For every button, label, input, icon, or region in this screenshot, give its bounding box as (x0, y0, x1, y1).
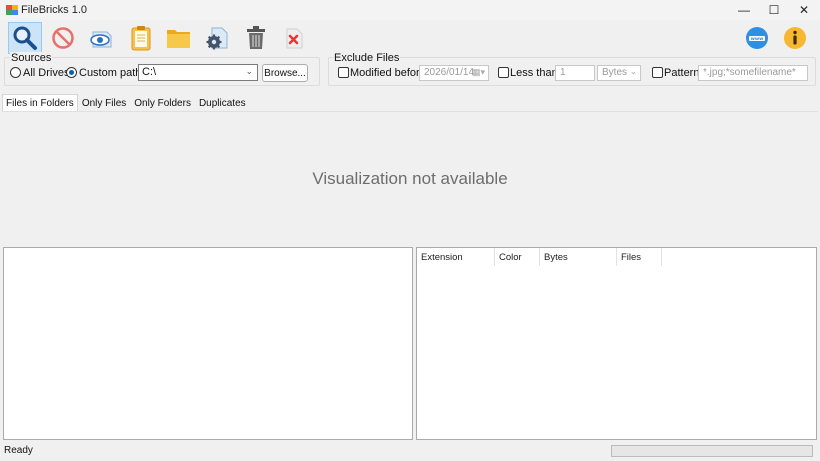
modified-before-value: 2026/01/14 (424, 67, 475, 78)
status-text: Ready (4, 445, 33, 456)
clipboard-icon (131, 26, 151, 51)
less-than-label: Less than (510, 67, 558, 79)
maximize-button[interactable]: ☐ (759, 0, 789, 20)
view-tabs: Files in Folders Only Files Only Folders… (2, 94, 250, 111)
scan-button[interactable] (8, 22, 42, 54)
toolbar: www (0, 20, 820, 54)
visualization-message: Visualization not available (312, 169, 508, 188)
column-header-bytes[interactable]: Bytes (540, 248, 617, 266)
close-button[interactable]: ✕ (789, 0, 819, 20)
tab-only-folders[interactable]: Only Folders (130, 95, 195, 111)
title-bar: FileBricks 1.0 — ☐ ✕ (0, 0, 820, 20)
custom-path-label: Custom path: (79, 67, 145, 79)
exclude-files-title: Exclude Files (333, 52, 401, 64)
size-unit-value: Bytes (602, 67, 628, 78)
chevron-down-icon: ⌄ (245, 66, 253, 76)
column-header-extension[interactable]: Extension (417, 248, 495, 266)
tab-only-files[interactable]: Only Files (78, 95, 130, 111)
folder-tree-panel[interactable] (3, 247, 413, 440)
view-icon (90, 31, 112, 48)
clipboard-button[interactable] (124, 22, 158, 54)
column-header-color[interactable]: Color (495, 248, 540, 266)
calendar-icon: ▦▾ (471, 67, 485, 77)
delete-button[interactable] (239, 22, 273, 54)
custom-path-radio[interactable] (66, 67, 77, 78)
chevron-down-icon: ⌄ (629, 66, 637, 76)
column-header-files[interactable]: Files (617, 248, 662, 266)
custom-path-value: C:\ (142, 66, 157, 78)
modified-before-date[interactable]: 2026/01/14 ▦▾ (419, 65, 489, 81)
extension-table[interactable]: Extension Color Bytes Files (416, 247, 817, 440)
pattern-checkbox[interactable] (652, 67, 663, 78)
pattern-input[interactable]: *.jpg;*somefilename* (698, 65, 808, 81)
info-icon (784, 27, 806, 49)
remove-entry-button[interactable] (277, 22, 311, 54)
modified-before-label: Modified before: (350, 67, 429, 79)
modified-before-checkbox[interactable] (338, 67, 349, 78)
settings-button[interactable] (200, 22, 234, 54)
less-than-checkbox[interactable] (498, 67, 509, 78)
stop-icon (52, 27, 74, 49)
about-button[interactable] (778, 22, 812, 54)
app-logo-icon (6, 5, 18, 15)
visualization-area: Visualization not available (2, 111, 818, 245)
www-icon: www (746, 27, 768, 49)
all-drives-label: All Drives (23, 67, 70, 79)
folder-icon (167, 30, 190, 48)
stop-button[interactable] (46, 22, 80, 54)
size-unit-select[interactable]: Bytes ⌄ (597, 65, 641, 81)
custom-path-combo[interactable]: C:\ ⌄ (138, 64, 258, 81)
window-title: FileBricks 1.0 (21, 4, 88, 16)
all-drives-radio[interactable] (10, 67, 21, 78)
browse-button[interactable]: Browse... (262, 64, 308, 82)
view-button[interactable] (85, 22, 119, 54)
tab-files-in-folders[interactable]: Files in Folders (2, 94, 78, 111)
minimize-button[interactable]: — (729, 0, 759, 20)
less-than-input[interactable]: 1 (555, 65, 595, 81)
progress-bar (611, 445, 813, 457)
svg-text:www: www (751, 37, 764, 42)
open-folder-button[interactable] (162, 22, 196, 54)
tab-duplicates[interactable]: Duplicates (195, 95, 250, 111)
pattern-label: Pattern (664, 67, 700, 79)
settings-icon (206, 27, 228, 50)
search-icon (13, 26, 37, 50)
trash-icon (247, 26, 265, 49)
remove-icon (286, 28, 303, 49)
sources-group-title: Sources (10, 52, 53, 64)
website-button[interactable]: www (740, 22, 774, 54)
